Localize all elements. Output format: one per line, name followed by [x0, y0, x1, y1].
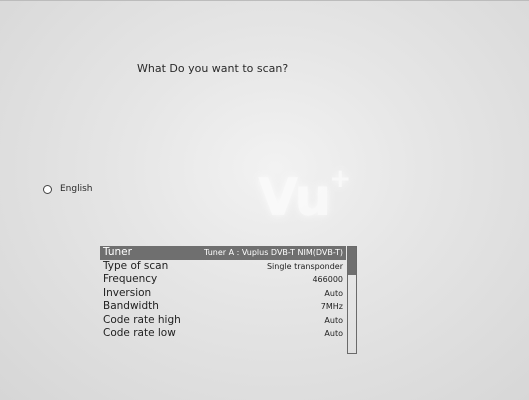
- scrollbar-thumb[interactable]: [348, 247, 356, 275]
- setting-label: Frequency: [103, 273, 158, 286]
- setting-row-inversion[interactable]: Inversion Auto: [100, 287, 346, 301]
- language-option-english[interactable]: English: [43, 184, 93, 194]
- setting-value: Auto: [324, 329, 343, 339]
- setting-label: Code rate high: [103, 313, 181, 326]
- brand-watermark-text: Vu: [258, 168, 331, 228]
- radio-button-icon[interactable]: [43, 184, 52, 194]
- setting-label: Inversion: [103, 286, 152, 299]
- setting-value: Auto: [324, 288, 343, 298]
- setting-row-code-rate-high[interactable]: Code rate high Auto: [100, 314, 346, 328]
- setting-label: Tuner: [103, 246, 132, 259]
- setting-row-frequency[interactable]: Frequency 466000: [100, 273, 346, 287]
- setting-value: Auto: [324, 315, 343, 325]
- setting-row-bandwidth[interactable]: Bandwidth 7MHz: [100, 300, 346, 314]
- setting-value: 7MHz: [320, 302, 343, 312]
- setting-row-tuner[interactable]: Tuner Tuner A : Vuplus DVB-T NIM(DVB-T): [100, 246, 346, 260]
- page-title: What Do you want to scan?: [137, 62, 289, 75]
- brand-watermark-logo: Vu+: [258, 166, 351, 224]
- setting-value: Single transponder: [266, 261, 343, 271]
- scan-settings-list: Tuner Tuner A : Vuplus DVB-T NIM(DVB-T) …: [100, 246, 346, 341]
- setting-label: Type of scan: [103, 259, 169, 272]
- setting-row-type-of-scan[interactable]: Type of scan Single transponder: [100, 260, 346, 274]
- setting-label: Bandwidth: [103, 300, 159, 313]
- brand-watermark-plus: +: [329, 164, 351, 194]
- top-border: [0, 0, 529, 1]
- scan-screen: Vu+ What Do you want to scan? English Tu…: [0, 0, 529, 400]
- setting-row-code-rate-low[interactable]: Code rate low Auto: [100, 327, 346, 341]
- setting-value: Tuner A : Vuplus DVB-T NIM(DVB-T): [204, 248, 343, 258]
- language-label: English: [60, 184, 93, 194]
- setting-value: 466000: [312, 275, 343, 285]
- setting-label: Code rate low: [103, 327, 176, 340]
- settings-scrollbar[interactable]: [347, 246, 357, 354]
